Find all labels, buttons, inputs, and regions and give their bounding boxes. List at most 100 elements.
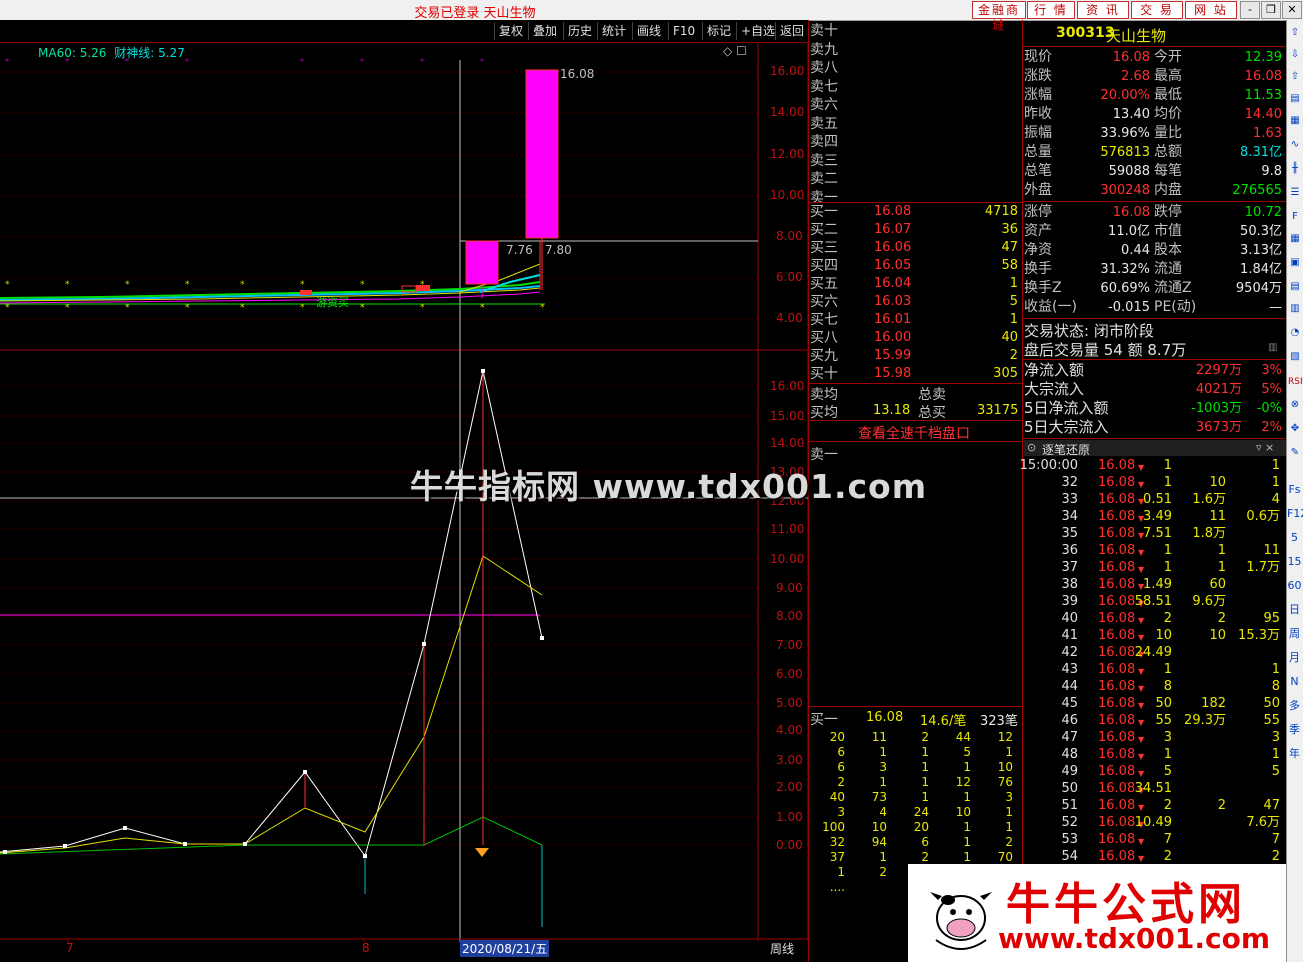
buy-level-row[interactable]: 买二 16.07 36 <box>810 221 1020 239</box>
tick-row[interactable]: 36 16.08 ▼ 1 1 11 <box>1024 542 1284 559</box>
period-button[interactable]: Fs <box>1287 478 1302 502</box>
bars-icon[interactable]: ▤ <box>1288 92 1302 106</box>
tick-row[interactable]: 46 16.08 ▼ 55 29.3万 55 <box>1024 712 1284 729</box>
overlay-button[interactable]: 叠加 <box>528 22 561 40</box>
tick-row[interactable]: 15:00:00 16.08 ▼ 1 1 <box>1020 457 1284 474</box>
trade-button[interactable]: 交 易 <box>1131 1 1183 19</box>
full-depth-link[interactable]: 查看全速千档盘口 <box>858 423 970 443</box>
tick-row[interactable]: 42 16.08 ▼ 24.49 <box>1024 644 1284 661</box>
close-icon[interactable]: ✕ <box>1282 1 1302 19</box>
news-button[interactable]: 资 讯 <box>1077 1 1129 19</box>
history-button[interactable]: 历史 <box>563 22 596 40</box>
rsi-icon[interactable]: RSI <box>1288 375 1303 389</box>
period-button[interactable]: 年 <box>1287 742 1302 766</box>
flow-label: 大宗流入 <box>1024 380 1085 398</box>
calendar-icon[interactable]: ▣ <box>1288 256 1302 270</box>
tick-time: 54 <box>1061 849 1078 864</box>
restore-icon[interactable]: ❐ <box>1261 1 1281 19</box>
period-button[interactable]: 60 <box>1287 574 1302 598</box>
mark-button[interactable]: 标记 <box>702 22 735 40</box>
tick-row[interactable]: 34 16.08 ▼ 3.49 11 0.6万 <box>1024 508 1284 525</box>
period-button[interactable]: 月 <box>1287 646 1302 670</box>
tick-row[interactable]: 43 16.08 ▼ 1 1 <box>1024 661 1284 678</box>
period-button[interactable]: 5 <box>1287 526 1302 550</box>
stats-button[interactable]: 统计 <box>597 22 630 40</box>
tick-row[interactable]: 37 16.08 ▼ 1 1 1.7万 <box>1024 559 1284 576</box>
buy-level-row[interactable]: 买五 16.04 1 <box>810 275 1020 293</box>
buy-level-row[interactable]: 买八 16.00 40 <box>810 329 1020 347</box>
panel-settings-icon[interactable]: ◇ ☐ <box>723 44 747 58</box>
period-button[interactable]: 多 <box>1287 694 1302 718</box>
adjust-button[interactable]: 复权 <box>494 22 527 40</box>
buy-level-row[interactable]: 买三 16.06 47 <box>810 239 1020 257</box>
tick-row[interactable]: 50 16.08 ▼ 34.51 <box>1024 780 1284 797</box>
tick-row[interactable]: 35 16.08 ▼ 7.51 1.8万 <box>1024 525 1284 542</box>
period-selector[interactable]: 周线 <box>770 940 794 957</box>
period-button[interactable]: 15 <box>1287 550 1302 574</box>
tick-row[interactable]: 44 16.08 ▼ 8 8 <box>1024 678 1284 695</box>
tick-row[interactable]: 52 16.08 ▼ 10.49 7.6万 <box>1024 814 1284 831</box>
tick-row[interactable]: 53 16.08 ▼ 7 7 <box>1024 831 1284 848</box>
buy-level-row[interactable]: 买七 16.01 1 <box>810 311 1020 329</box>
list-icon[interactable]: ☰ <box>1288 186 1302 200</box>
flow-percent: 3% <box>1261 363 1282 378</box>
svg-text:*: * <box>185 57 189 66</box>
tick-row[interactable]: 51 16.08 ▼ 2 2 47 <box>1024 797 1284 814</box>
collapse-icon[interactable]: ⊙ <box>1027 441 1036 454</box>
website-button[interactable]: 网 站 <box>1185 1 1237 19</box>
chart-icon[interactable]: ▥ <box>1288 302 1302 316</box>
tick-row[interactable]: 40 16.08 ▼ 2 2 95 <box>1024 610 1284 627</box>
queue-row: 2 1 1 12 76 <box>815 775 1020 790</box>
buy-level-row[interactable]: 买九 15.99 2 <box>810 347 1020 365</box>
buy-level-label: 买三 <box>810 240 838 256</box>
back-button[interactable]: 返回 <box>775 22 808 40</box>
tick-row[interactable]: 48 16.08 ▼ 1 1 <box>1024 746 1284 763</box>
f10-button[interactable]: F10 <box>668 22 699 40</box>
arrow-up-icon[interactable]: ⇧ <box>1288 26 1302 40</box>
ind-y-label: 14.00 <box>770 436 805 450</box>
tick-row[interactable]: 41 16.08 ▼ 10 10 15.3万 <box>1024 627 1284 644</box>
period-button[interactable]: 季 <box>1287 718 1302 742</box>
buy-level-row[interactable]: 买一 16.08 4718 <box>810 203 1020 221</box>
doc-icon[interactable]: ▤ <box>1288 280 1302 294</box>
period-button[interactable]: 日 <box>1287 598 1302 622</box>
divider <box>1022 46 1286 47</box>
pencil-icon[interactable]: ✎ <box>1288 446 1302 460</box>
tick-row[interactable]: 54 16.08 ▼ 2 2 <box>1024 848 1284 865</box>
period-button[interactable]: N <box>1287 670 1302 694</box>
buy-level-row[interactable]: 买四 16.05 58 <box>810 257 1020 275</box>
tick-row[interactable]: 45 16.08 ▼ 50 182 50 <box>1024 695 1284 712</box>
tick-row[interactable]: 49 16.08 ▼ 5 5 <box>1024 763 1284 780</box>
table-icon[interactable]: ▦ <box>1288 114 1302 128</box>
move-icon[interactable]: ✥ <box>1288 422 1302 436</box>
quote-row: 昨收 13.40 均价 14.40 <box>1024 105 1284 124</box>
quote-value: 2.68 <box>1121 69 1150 84</box>
tick-row[interactable]: 39 16.08 ▼ 58.51 9.6万 <box>1024 593 1284 610</box>
stop-icon[interactable]: ⊗ <box>1288 398 1302 412</box>
arrow-down-icon[interactable]: ⇩ <box>1288 48 1302 62</box>
filter-icon[interactable]: ▿ × <box>1256 441 1274 454</box>
add-watchlist-button[interactable]: +自选 <box>736 22 779 40</box>
tick-table[interactable]: 15:00:00 16.08 ▼ 1 1 32 16.08 ▼ 1 10 1 33 16.08 ▼ 0.51… <box>1020 457 1284 865</box>
period-button[interactable]: F12 <box>1287 502 1303 526</box>
box-icon[interactable]: ▧ <box>1288 350 1302 364</box>
chart-icon[interactable]: ▥ <box>1268 342 1277 353</box>
line-chart-icon[interactable]: ∿ <box>1288 138 1302 152</box>
draw-button[interactable]: 画线 <box>632 22 665 40</box>
tick-row[interactable]: 32 16.08 ▼ 1 10 1 <box>1024 474 1284 491</box>
tick-row[interactable]: 47 16.08 ▼ 3 3 <box>1024 729 1284 746</box>
arrow-up-icon[interactable]: ⇧ <box>1288 70 1302 84</box>
buy-level-row[interactable]: 买十 15.98 305 <box>810 365 1020 383</box>
f-icon[interactable]: F <box>1288 210 1302 224</box>
tick-row[interactable]: 33 16.08 ▼ 0.51 1.6万 4 <box>1024 491 1284 508</box>
tick-row[interactable]: 38 16.08 ▼ 1.49 60 <box>1024 576 1284 593</box>
gauge-icon[interactable]: ◔ <box>1288 326 1302 340</box>
period-button[interactable]: 周 <box>1287 622 1302 646</box>
quotes-button[interactable]: 行 情 <box>1027 1 1075 19</box>
mall-button[interactable]: 金融商城 <box>972 1 1026 33</box>
buy-level-row[interactable]: 买六 16.03 5 <box>810 293 1020 311</box>
minimize-icon[interactable]: - <box>1240 1 1260 19</box>
grid-icon[interactable]: ▦ <box>1288 232 1302 246</box>
quote-label: 换手 <box>1024 261 1052 277</box>
candle-icon[interactable]: ╫ <box>1288 162 1302 176</box>
